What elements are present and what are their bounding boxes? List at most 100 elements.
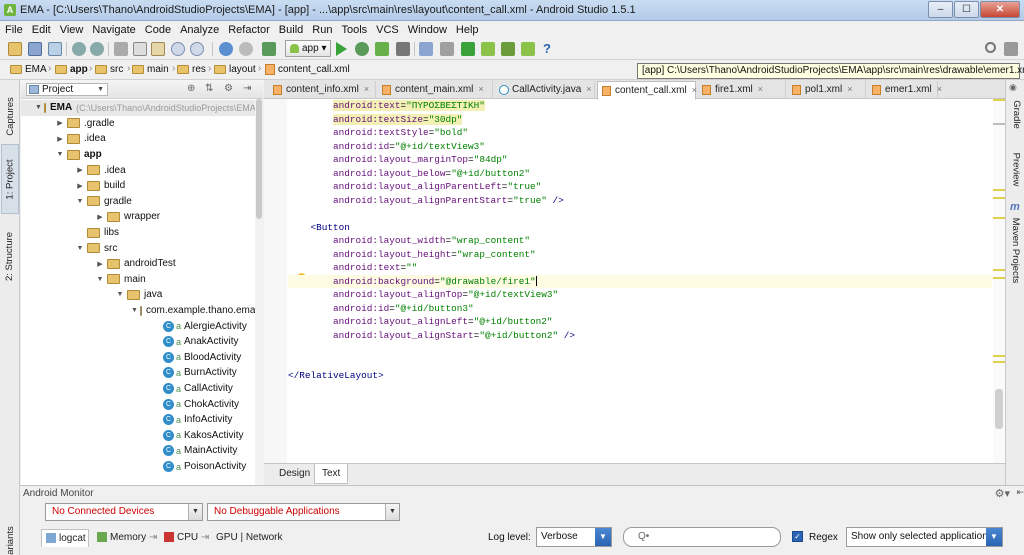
find-icon[interactable] [171, 42, 185, 56]
replace-icon[interactable] [190, 42, 204, 56]
tree-folder-item[interactable]: ▼ main [21, 272, 255, 288]
editor-scrollbar[interactable] [993, 99, 1005, 463]
menu-help[interactable]: Help [456, 24, 479, 36]
maximize-button[interactable]: ☐ [954, 1, 979, 18]
make-project-icon[interactable] [262, 42, 276, 56]
chevron-icon[interactable]: ▼ [131, 307, 138, 314]
chevron-icon[interactable]: ▼ [75, 198, 85, 205]
project-structure-icon[interactable] [419, 42, 433, 56]
tab-cpu[interactable]: CPU ⇥ [160, 529, 209, 547]
debug-icon[interactable] [355, 42, 369, 56]
chevron-icon[interactable]: ▶ [55, 119, 65, 127]
hide-panel-icon[interactable]: ⇤ [1016, 487, 1024, 498]
tab-gradle[interactable]: Gradle [1007, 96, 1024, 132]
avd-manager-icon[interactable] [481, 42, 495, 56]
chevron-icon[interactable]: ▼ [95, 276, 105, 283]
minimize-button[interactable]: – [928, 1, 953, 18]
tab-preview[interactable]: Preview [1007, 148, 1024, 190]
breadcrumb-res[interactable]: res [177, 64, 206, 75]
tab-structure[interactable]: 2: Structure [1, 218, 19, 294]
tree-class-item[interactable]: Ca MainActivity [21, 443, 255, 459]
tree-class-item[interactable]: Ca BloodActivity [21, 350, 255, 366]
gear-icon[interactable]: ⚙ [224, 83, 233, 94]
tree-folder-item[interactable]: ▼ app [21, 147, 255, 163]
tree-folder-item[interactable]: ▼ java [21, 287, 255, 303]
chevron-icon[interactable]: ▶ [75, 166, 85, 174]
code-area[interactable]: android:text="ΠΥΡΟΣΒΕΣΤΙΚΗ" android:text… [288, 99, 992, 463]
menu-run[interactable]: Run [312, 24, 332, 36]
logcat-search-input[interactable]: Q• [623, 527, 781, 547]
search-everywhere-icon[interactable] [985, 42, 996, 53]
help-icon[interactable]: ? [543, 42, 557, 56]
tree-folder-item[interactable]: ▶ build [21, 178, 255, 194]
redo-icon[interactable] [90, 42, 104, 56]
android-device-monitor-icon[interactable] [521, 42, 535, 56]
menu-build[interactable]: Build [279, 24, 303, 36]
menu-file[interactable]: File [5, 24, 23, 36]
tab-logcat[interactable]: logcat [41, 529, 89, 547]
close-tab-icon[interactable]: × [758, 84, 763, 94]
device-select[interactable]: No Connected Devices ▼ [45, 503, 203, 521]
tree-folder-item[interactable]: ▶ .idea [21, 162, 255, 178]
tab-captures[interactable]: Captures [1, 90, 19, 142]
sync-icon[interactable] [48, 42, 62, 56]
editor-tab[interactable]: content_call.xml × [597, 81, 697, 100]
chevron-icon[interactable]: ▶ [55, 135, 65, 143]
tree-class-item[interactable]: Ca KakosActivity [21, 428, 255, 444]
attach-debugger-icon[interactable] [375, 42, 389, 56]
menu-tools[interactable]: Tools [341, 24, 367, 36]
chevron-icon[interactable]: ▶ [75, 182, 85, 190]
close-tab-icon[interactable]: × [478, 84, 483, 94]
close-tab-icon[interactable]: × [586, 84, 591, 94]
cut-icon[interactable] [114, 42, 128, 56]
breadcrumb-layout[interactable]: layout [214, 64, 256, 75]
menu-code[interactable]: Code [145, 24, 171, 36]
breadcrumb-file[interactable]: content_call.xml [265, 64, 350, 75]
project-view-select[interactable]: Project ▼ [26, 83, 108, 96]
tree-folder-item[interactable]: ▶ .gradle [21, 116, 255, 132]
tree-class-item[interactable]: Ca InfoActivity [21, 412, 255, 428]
tab-design[interactable]: Design [272, 464, 317, 484]
tree-class-item[interactable]: Ca PoisonActivity [21, 459, 255, 475]
tab-maven-projects[interactable]: Maven Projects [1007, 216, 1024, 284]
layout-icon[interactable] [1004, 42, 1018, 56]
log-level-select[interactable]: Verbose ▼ [536, 527, 612, 547]
tab-build-variants[interactable]: ariants [1, 525, 19, 555]
eye-icon[interactable]: ◉ [1009, 82, 1017, 93]
sync-scroll-icon[interactable]: ⊕ [187, 83, 195, 94]
tree-folder-item[interactable]: ▶ androidTest [21, 256, 255, 272]
tree-folder-item[interactable]: ▼ EMA (C:\Users\Thano\AndroidStudioProject… [21, 100, 255, 116]
regex-checkbox[interactable]: ✓ [792, 531, 803, 542]
back-icon[interactable] [219, 42, 233, 56]
stop-icon[interactable] [396, 42, 410, 56]
tree-folder-item[interactable]: libs [21, 225, 255, 241]
chevron-icon[interactable]: ▼ [55, 151, 65, 158]
paste-icon[interactable] [151, 42, 165, 56]
tree-class-item[interactable]: Ca BurnActivity [21, 365, 255, 381]
settings-icon[interactable] [440, 42, 454, 56]
hide-panel-icon[interactable]: ⇥ [243, 83, 251, 94]
run-config-select[interactable]: app ▾ [285, 40, 331, 57]
sdk-manager-icon[interactable] [501, 42, 515, 56]
undo-icon[interactable] [72, 42, 86, 56]
tree-folder-item[interactable]: ▶ wrapper [21, 209, 255, 225]
breadcrumb-src[interactable]: src [95, 64, 123, 75]
run-icon[interactable] [336, 42, 347, 56]
editor-tab[interactable]: fire1.xml × [698, 81, 786, 99]
menu-edit[interactable]: Edit [32, 24, 51, 36]
save-icon[interactable] [28, 42, 42, 56]
chevron-icon[interactable]: ▶ [95, 260, 105, 268]
editor-tab[interactable]: pol1.xml × [788, 81, 866, 99]
tree-folder-item[interactable]: ▼ src [21, 240, 255, 256]
close-button[interactable]: ✕ [980, 1, 1020, 18]
gradle-sync-icon[interactable] [461, 42, 475, 56]
tree-folder-item[interactable]: ▼ gradle [21, 194, 255, 210]
forward-icon[interactable] [239, 42, 253, 56]
tab-memory[interactable]: Memory ⇥ [93, 529, 157, 547]
close-tab-icon[interactable]: × [364, 84, 369, 94]
chevron-icon[interactable]: ▼ [115, 291, 125, 298]
editor-tab[interactable]: emer1.xml × [868, 81, 942, 99]
menu-vcs[interactable]: VCS [376, 24, 399, 36]
tree-class-item[interactable]: Ca CallActivity [21, 381, 255, 397]
menu-window[interactable]: Window [408, 24, 447, 36]
